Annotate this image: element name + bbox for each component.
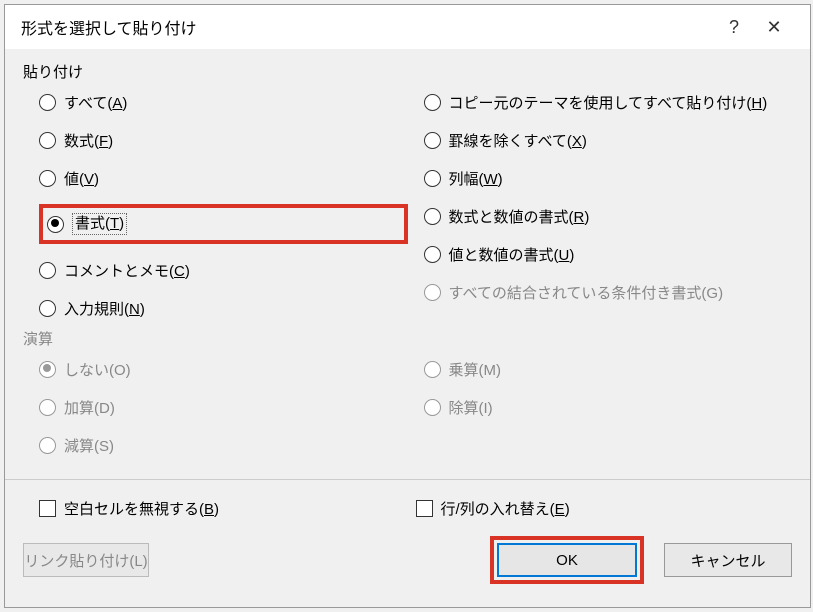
highlight: 書式(T)	[39, 204, 408, 244]
operation-col-right: 乗算(M) 除算(I)	[408, 357, 793, 457]
paste-radio-right-2[interactable]: 列幅(W)	[424, 166, 793, 190]
paste-radio-right-1[interactable]: 罫線を除くすべて(X)	[424, 128, 793, 152]
paste-link-button: リンク貼り付け(L)	[23, 543, 149, 577]
paste-radio-left-1[interactable]: 数式(F)	[39, 128, 408, 152]
radio-label: 入力規則(N)	[64, 298, 145, 319]
radio-icon	[424, 208, 441, 225]
paste-radio-right-3[interactable]: 数式と数値の書式(R)	[424, 204, 793, 228]
radio-label: 数式(F)	[64, 130, 113, 151]
radio-icon	[39, 262, 56, 279]
radio-icon	[39, 361, 56, 378]
radio-label: 数式と数値の書式(R)	[449, 206, 590, 227]
operation-radio-right-0: 乗算(M)	[424, 357, 793, 381]
group-paste: 貼り付け すべて(A) 数式(F) 値(V) 書式(T) コメントとメモ(C) 入力規則(…	[23, 61, 792, 320]
paste-col-left: すべて(A) 数式(F) 値(V) 書式(T) コメントとメモ(C) 入力規則(N)	[23, 90, 408, 320]
radio-icon	[424, 246, 441, 263]
radio-label: すべて(A)	[64, 92, 127, 113]
radio-icon	[39, 399, 56, 416]
radio-label: 書式(T)	[72, 213, 127, 235]
check-skip-blanks[interactable]: 空白セルを無視する(B)	[39, 496, 416, 520]
dialog-title: 形式を選択して貼り付け	[21, 15, 714, 39]
radio-icon	[39, 170, 56, 187]
radio-icon	[47, 216, 64, 233]
check-transpose[interactable]: 行/列の入れ替え(E)	[416, 496, 793, 520]
radio-label: コピー元のテーマを使用してすべて貼り付け(H)	[449, 92, 768, 113]
paste-radio-left-3[interactable]: 書式(T)	[47, 212, 400, 236]
radio-icon	[39, 132, 56, 149]
operation-radio-left-1: 加算(D)	[39, 395, 408, 419]
radio-label: 除算(I)	[449, 397, 493, 418]
group-operation: 演算 しない(O) 加算(D) 減算(S) 乗算(M) 除算(I)	[23, 328, 792, 457]
operation-radio-right-1: 除算(I)	[424, 395, 793, 419]
radio-label: 値(V)	[64, 168, 99, 189]
checks-row: 空白セルを無視する(B) 行/列の入れ替え(E)	[5, 480, 810, 524]
paste-special-dialog: 形式を選択して貼り付け ? ✕ 貼り付け すべて(A) 数式(F) 値(V) 書式(T…	[4, 4, 811, 608]
radio-icon	[424, 361, 441, 378]
checkbox-icon	[39, 500, 56, 517]
operation-columns: しない(O) 加算(D) 減算(S) 乗算(M) 除算(I)	[23, 357, 792, 457]
close-button[interactable]: ✕	[754, 12, 794, 42]
radio-icon	[424, 284, 441, 301]
radio-icon	[424, 132, 441, 149]
paste-radio-right-0[interactable]: コピー元のテーマを使用してすべて貼り付け(H)	[424, 90, 793, 114]
radio-label: 列幅(W)	[449, 168, 503, 189]
group-operation-title: 演算	[23, 328, 792, 349]
radio-label: 乗算(M)	[449, 359, 502, 380]
group-paste-title: 貼り付け	[23, 61, 792, 82]
dialog-body: 貼り付け すべて(A) 数式(F) 値(V) 書式(T) コメントとメモ(C) 入力規則(…	[5, 49, 810, 479]
button-row: リンク貼り付け(L) OK キャンセル	[5, 524, 810, 600]
paste-radio-right-4[interactable]: 値と数値の書式(U)	[424, 242, 793, 266]
radio-icon	[39, 94, 56, 111]
check-transpose-label: 行/列の入れ替え(E)	[441, 498, 570, 519]
paste-radio-right-5: すべての結合されている条件付き書式(G)	[424, 280, 793, 304]
paste-col-right: コピー元のテーマを使用してすべて貼り付け(H) 罫線を除くすべて(X) 列幅(W) 数…	[408, 90, 793, 320]
radio-label: 罫線を除くすべて(X)	[449, 130, 587, 151]
radio-icon	[424, 170, 441, 187]
radio-label: すべての結合されている条件付き書式(G)	[449, 282, 724, 303]
radio-label: しない(O)	[64, 359, 131, 380]
radio-label: 減算(S)	[64, 435, 114, 456]
paste-columns: すべて(A) 数式(F) 値(V) 書式(T) コメントとメモ(C) 入力規則(N) コピ…	[23, 90, 792, 320]
paste-radio-left-4[interactable]: コメントとメモ(C)	[39, 258, 408, 282]
radio-label: 加算(D)	[64, 397, 115, 418]
paste-radio-left-5[interactable]: 入力規則(N)	[39, 296, 408, 320]
radio-label: コメントとメモ(C)	[64, 260, 190, 281]
ok-button[interactable]: OK	[497, 543, 637, 577]
paste-radio-left-0[interactable]: すべて(A)	[39, 90, 408, 114]
radio-icon	[424, 94, 441, 111]
operation-radio-left-2: 減算(S)	[39, 433, 408, 457]
cancel-button[interactable]: キャンセル	[664, 543, 792, 577]
operation-radio-left-0: しない(O)	[39, 357, 408, 381]
radio-icon	[39, 437, 56, 454]
checkbox-icon	[416, 500, 433, 517]
help-button[interactable]: ?	[714, 12, 754, 42]
titlebar: 形式を選択して貼り付け ? ✕	[5, 5, 810, 49]
radio-icon	[424, 399, 441, 416]
radio-label: 値と数値の書式(U)	[449, 244, 575, 265]
paste-radio-left-2[interactable]: 値(V)	[39, 166, 408, 190]
radio-icon	[39, 300, 56, 317]
ok-highlight: OK	[490, 536, 644, 584]
operation-col-left: しない(O) 加算(D) 減算(S)	[23, 357, 408, 457]
check-skip-blanks-label: 空白セルを無視する(B)	[64, 498, 219, 519]
